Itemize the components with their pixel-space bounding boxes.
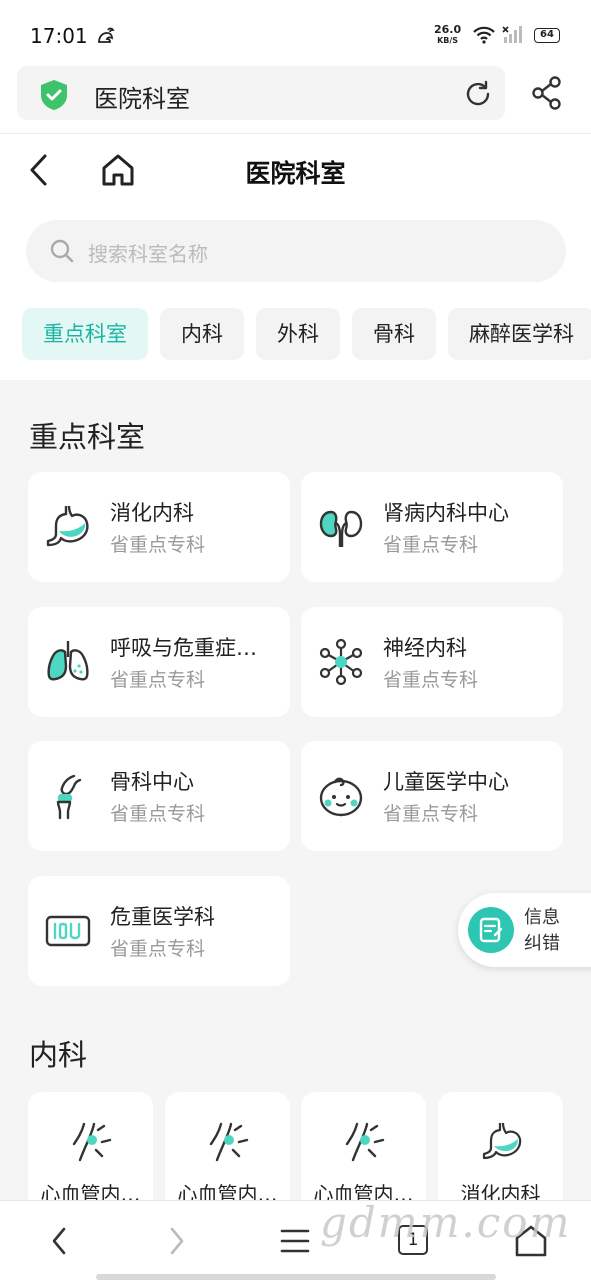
tab-orthopedics[interactable]: 骨科 <box>352 308 436 360</box>
watermark-logo: gdmm.com <box>320 1198 572 1247</box>
share-icon[interactable] <box>531 76 563 114</box>
gesture-bar <box>96 1274 496 1280</box>
address-title: 医院科室 <box>94 85 190 113</box>
icu-icon <box>44 907 92 955</box>
tab-anesthesiology[interactable]: 麻醉医学科 <box>448 308 591 360</box>
tab-key-departments[interactable]: 重点科室 <box>22 308 148 360</box>
dept-card[interactable]: 呼吸与危重症… 省重点专科 <box>28 607 290 717</box>
section-title-internal: 内科 <box>29 1038 88 1072</box>
reload-icon[interactable] <box>463 79 493 113</box>
page-title: 医院科室 <box>245 159 346 188</box>
edit-note-icon <box>468 907 514 953</box>
dept-card[interactable]: 危重医学科 省重点专科 <box>28 876 290 986</box>
info-correction-label: 信息纠错 <box>524 907 560 954</box>
dept-card[interactable]: 神经内科 省重点专科 <box>301 607 563 717</box>
browser-address-area: 医院科室 <box>0 64 591 134</box>
signal-icon <box>502 25 524 49</box>
dept-name: 肾病内科中心 <box>383 501 509 525</box>
dept-name: 骨科中心 <box>110 770 194 794</box>
lungs-icon <box>44 638 92 686</box>
dept-subtitle: 省重点专科 <box>110 938 206 960</box>
dept-name: 消化内科 <box>110 501 194 525</box>
search-input[interactable]: 搜索科室名称 <box>26 220 566 282</box>
info-correction-button[interactable]: 信息纠错 <box>458 893 591 967</box>
dept-name: 呼吸与危重症… <box>110 636 257 660</box>
dept-card[interactable]: 消化内科 省重点专科 <box>28 472 290 582</box>
net-speed-unit: KB/S <box>437 36 459 45</box>
address-bar[interactable]: 医院科室 <box>17 66 505 120</box>
search-placeholder: 搜索科室名称 <box>88 242 208 266</box>
dept-card[interactable]: 肾病内科中心 省重点专科 <box>301 472 563 582</box>
stomach-icon <box>44 503 92 551</box>
dept-card[interactable]: 骨科中心 省重点专科 <box>28 741 290 851</box>
page-header: 医院科室 搜索科室名称 重点科室 内科 外科 骨科 麻醉医学科 <box>0 134 591 380</box>
dept-name: 危重医学科 <box>110 905 215 929</box>
neuron-icon <box>317 638 365 686</box>
menu-icon[interactable] <box>280 1223 310 1263</box>
dept-subtitle: 省重点专科 <box>110 534 206 556</box>
battery-icon: 64 <box>534 28 560 43</box>
bone-joint-icon <box>44 772 92 820</box>
net-speed: 26.0 KB/S <box>434 24 461 46</box>
dept-subtitle: 省重点专科 <box>110 803 206 825</box>
status-bar: 17:01 26.0 KB/S 64 <box>0 0 591 64</box>
section-title-key: 重点科室 <box>29 420 146 454</box>
nav-back-icon[interactable] <box>48 1223 70 1263</box>
dept-card[interactable]: 儿童医学中心 省重点专科 <box>301 741 563 851</box>
dept-name: 神经内科 <box>383 636 467 660</box>
dept-subtitle: 省重点专科 <box>383 669 479 691</box>
blood-vessel-icon <box>207 1120 251 1164</box>
dept-subtitle: 省重点专科 <box>110 669 206 691</box>
search-icon <box>50 239 74 267</box>
shield-check-icon <box>37 78 71 116</box>
blood-vessel-icon <box>70 1120 114 1164</box>
tab-surgery[interactable]: 外科 <box>256 308 340 360</box>
dept-subtitle: 省重点专科 <box>383 803 479 825</box>
blood-vessel-icon <box>343 1120 387 1164</box>
stomach-icon <box>480 1120 524 1164</box>
baby-face-icon <box>317 772 365 820</box>
dept-subtitle: 省重点专科 <box>383 534 479 556</box>
status-time: 17:01 <box>30 24 88 48</box>
wifi-icon <box>472 25 496 49</box>
tab-internal-medicine[interactable]: 内科 <box>160 308 244 360</box>
category-tabs: 重点科室 内科 外科 骨科 麻醉医学科 <box>22 308 591 360</box>
kidney-icon <box>317 503 365 551</box>
dept-name: 儿童医学中心 <box>383 770 509 794</box>
nav-forward-icon[interactable] <box>166 1223 188 1263</box>
squirrel-app-icon <box>96 26 116 50</box>
